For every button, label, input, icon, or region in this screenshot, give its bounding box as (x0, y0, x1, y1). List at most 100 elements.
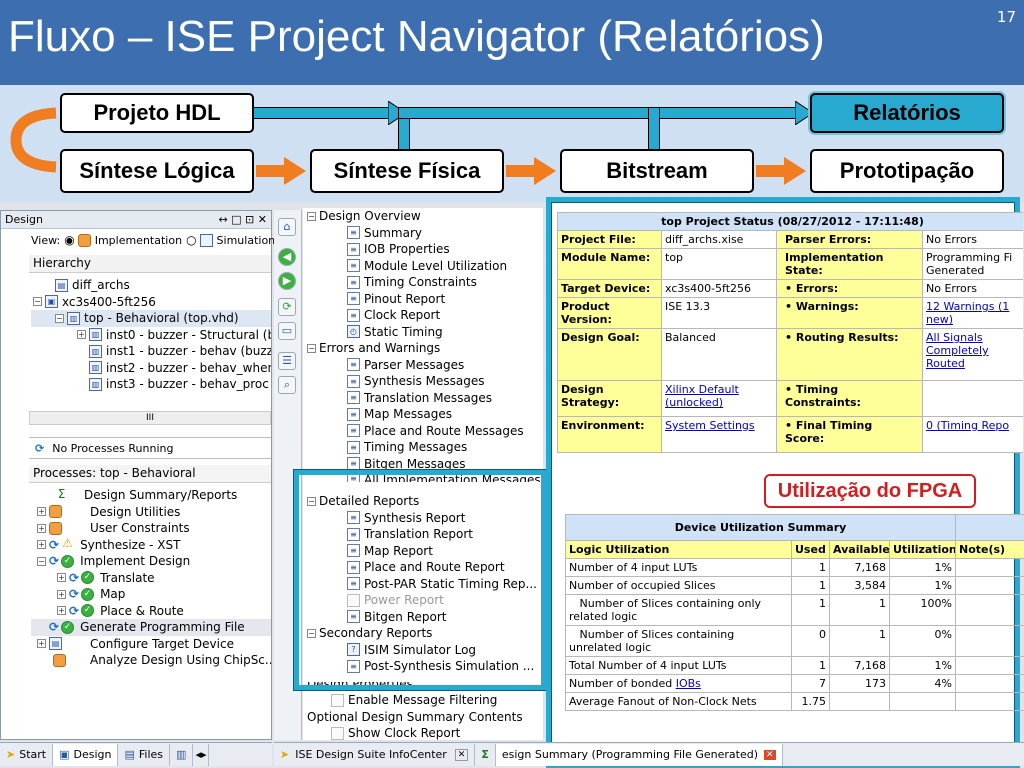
tree-item[interactable]: ▥ inst2 - buzzer - behav_when (31, 360, 271, 377)
collapse-icon[interactable]: − (33, 297, 42, 307)
expand-icon[interactable]: + (37, 540, 46, 550)
tree-group[interactable]: − Detailed Reports (303, 493, 539, 510)
tree-item[interactable]: ▥ inst3 - buzzer - behav_proc ( (31, 376, 271, 393)
view-implementation[interactable]: Implementation (95, 234, 182, 247)
tree-item[interactable]: Map Messages (303, 406, 543, 423)
refresh-icon[interactable]: ⟳ (278, 298, 296, 316)
tab-scroll[interactable]: ◂▸ (193, 743, 210, 766)
radio-implementation[interactable]: ◉ (64, 233, 74, 247)
tree-item[interactable]: IOB Properties (303, 241, 543, 258)
tree-group[interactable]: − Errors and Warnings (303, 340, 543, 357)
tree-item[interactable]: Post-PAR Static Timing Rep... (303, 576, 539, 593)
tab-libraries[interactable]: ▥ (170, 743, 194, 766)
tree-item[interactable]: Enable Message Filtering (303, 692, 543, 709)
tree-item[interactable]: Pinout Report (303, 291, 543, 308)
checkbox-icon[interactable] (331, 693, 344, 707)
tree-item[interactable]: Synthesis Report (303, 510, 539, 527)
process-item[interactable]: Analyze Design Using ChipSc... (31, 652, 271, 669)
document-icon (347, 440, 360, 454)
expand-icon[interactable]: + (57, 606, 66, 616)
iobs-link[interactable]: Number of bonded IOBs (569, 677, 701, 690)
status-value[interactable]: All Signals Completely Routed (922, 328, 1023, 381)
tree-item[interactable]: Clock Report (303, 307, 543, 324)
tree-item[interactable]: Place and Route Report (303, 559, 539, 576)
tab-infocenter[interactable]: ➤ ISE Design Suite InfoCenter ✕ (274, 743, 476, 766)
collapse-icon[interactable]: − (307, 628, 316, 638)
tree-item[interactable]: Translation Messages (303, 390, 543, 407)
tree-item[interactable]: Timing Constraints (303, 274, 543, 291)
document-icon (347, 358, 360, 372)
process-item[interactable]: Σ Design Summary/Reports (31, 487, 271, 504)
expand-icon[interactable]: + (77, 330, 86, 340)
tree-item[interactable]: Module Level Utilization (303, 258, 543, 275)
html-icon[interactable]: ▭ (278, 322, 296, 340)
tree-group[interactable]: − Design Overview (303, 208, 543, 225)
tree-item[interactable]: Map Report (303, 543, 539, 560)
tree-item[interactable]: ▤ diff_archs (31, 277, 271, 294)
process-item[interactable]: ⟳Generate Programming File (31, 619, 271, 636)
tree-item[interactable]: Parser Messages (303, 357, 543, 374)
process-item[interactable]: +⟳Place & Route (31, 603, 271, 620)
back-icon[interactable]: ◀ (278, 248, 296, 266)
connector-line (398, 107, 798, 119)
expand-icon[interactable]: + (57, 589, 66, 599)
tree-item[interactable]: ▥ inst1 - buzzer - behav (buzze (31, 343, 271, 360)
chipscope-icon (53, 653, 66, 667)
collapse-icon[interactable]: − (307, 211, 316, 221)
tab-files[interactable]: ▤ Files (118, 743, 171, 766)
tree-item[interactable]: Post-Synthesis Simulation ... (303, 658, 539, 675)
collapse-icon[interactable]: − (55, 313, 64, 323)
close-icon[interactable]: ✕ (454, 748, 469, 761)
process-item[interactable]: + User Constraints (31, 520, 271, 537)
collapse-icon[interactable]: − (307, 496, 316, 506)
home-icon[interactable]: ⌂ (278, 218, 296, 236)
process-item[interactable]: +⟳Translate (31, 570, 271, 587)
expand-icon[interactable]: + (37, 507, 46, 517)
tree-item[interactable]: − ▥ top - Behavioral (top.vhd) (31, 310, 271, 327)
tree-item[interactable]: Synthesis Messages (303, 373, 543, 390)
process-item[interactable]: +⟳Synthesize - XST (31, 537, 271, 554)
tree-item[interactable]: + ▥ inst0 - buzzer - Structural (bu (31, 327, 271, 344)
collapse-icon[interactable]: − (37, 556, 46, 566)
close-icon[interactable]: ✕ (764, 749, 776, 760)
status-value[interactable]: 0 (Timing Repo (922, 416, 1023, 453)
tree-item[interactable]: Power Report (303, 592, 539, 609)
expand-icon[interactable]: + (37, 639, 46, 649)
view-label: View: (31, 233, 61, 247)
tree-group[interactable]: Optional Design Summary Contents (303, 709, 543, 726)
flow-box-sintese-logica: Síntese Lógica (60, 149, 254, 193)
tree-item[interactable]: Show Clock Report (303, 725, 543, 742)
tree-item[interactable]: Bitgen Report (303, 609, 539, 626)
process-item[interactable]: +⟳Map (31, 586, 271, 603)
status-value[interactable]: Xilinx Default (unlocked) (661, 380, 777, 417)
tree-item[interactable]: Translation Report (303, 526, 539, 543)
expand-icon[interactable]: + (57, 573, 66, 583)
process-item[interactable]: + Design Utilities (31, 504, 271, 521)
tab-summary-icon[interactable]: Σ (475, 743, 496, 766)
process-item[interactable]: + ▤ Configure Target Device (31, 636, 271, 653)
tree-item[interactable]: − ▣ xc3s400-5ft256 (31, 294, 271, 311)
tree-item[interactable]: ◴ Static Timing (303, 324, 543, 341)
checkbox-icon[interactable] (331, 726, 344, 740)
view-simulation[interactable]: Simulation (217, 234, 276, 247)
tab-design-summary[interactable]: esign Summary (Programming File Generate… (495, 743, 783, 766)
document-icon (347, 593, 360, 607)
radio-simulation[interactable]: ○ (186, 233, 196, 247)
tree-item[interactable]: ? ISIM Simulator Log (303, 642, 539, 659)
tab-start[interactable]: ➤ Start (0, 743, 54, 766)
expand-icon[interactable]: + (37, 523, 46, 533)
collapse-icon[interactable]: − (307, 343, 316, 353)
horizontal-scrollbar[interactable]: III (29, 411, 271, 425)
status-value[interactable]: System Settings (661, 416, 777, 453)
tree-group[interactable]: − Secondary Reports (303, 625, 539, 642)
find-icon[interactable]: ⌕ (278, 376, 296, 394)
tree-item[interactable]: Summary (303, 225, 543, 242)
list-icon[interactable]: ☰ (278, 352, 296, 370)
forward-icon[interactable]: ▶ (278, 272, 296, 290)
process-item[interactable]: −⟳Implement Design (31, 553, 271, 570)
tree-item[interactable]: Timing Messages (303, 439, 543, 456)
tree-item[interactable]: Place and Route Messages (303, 423, 543, 440)
status-value[interactable]: 12 Warnings (1 new) (922, 297, 1023, 329)
tab-design[interactable]: ▣ Design (53, 743, 119, 766)
panel-controls[interactable]: ↔ □ ⊡ ✕ (218, 213, 267, 226)
